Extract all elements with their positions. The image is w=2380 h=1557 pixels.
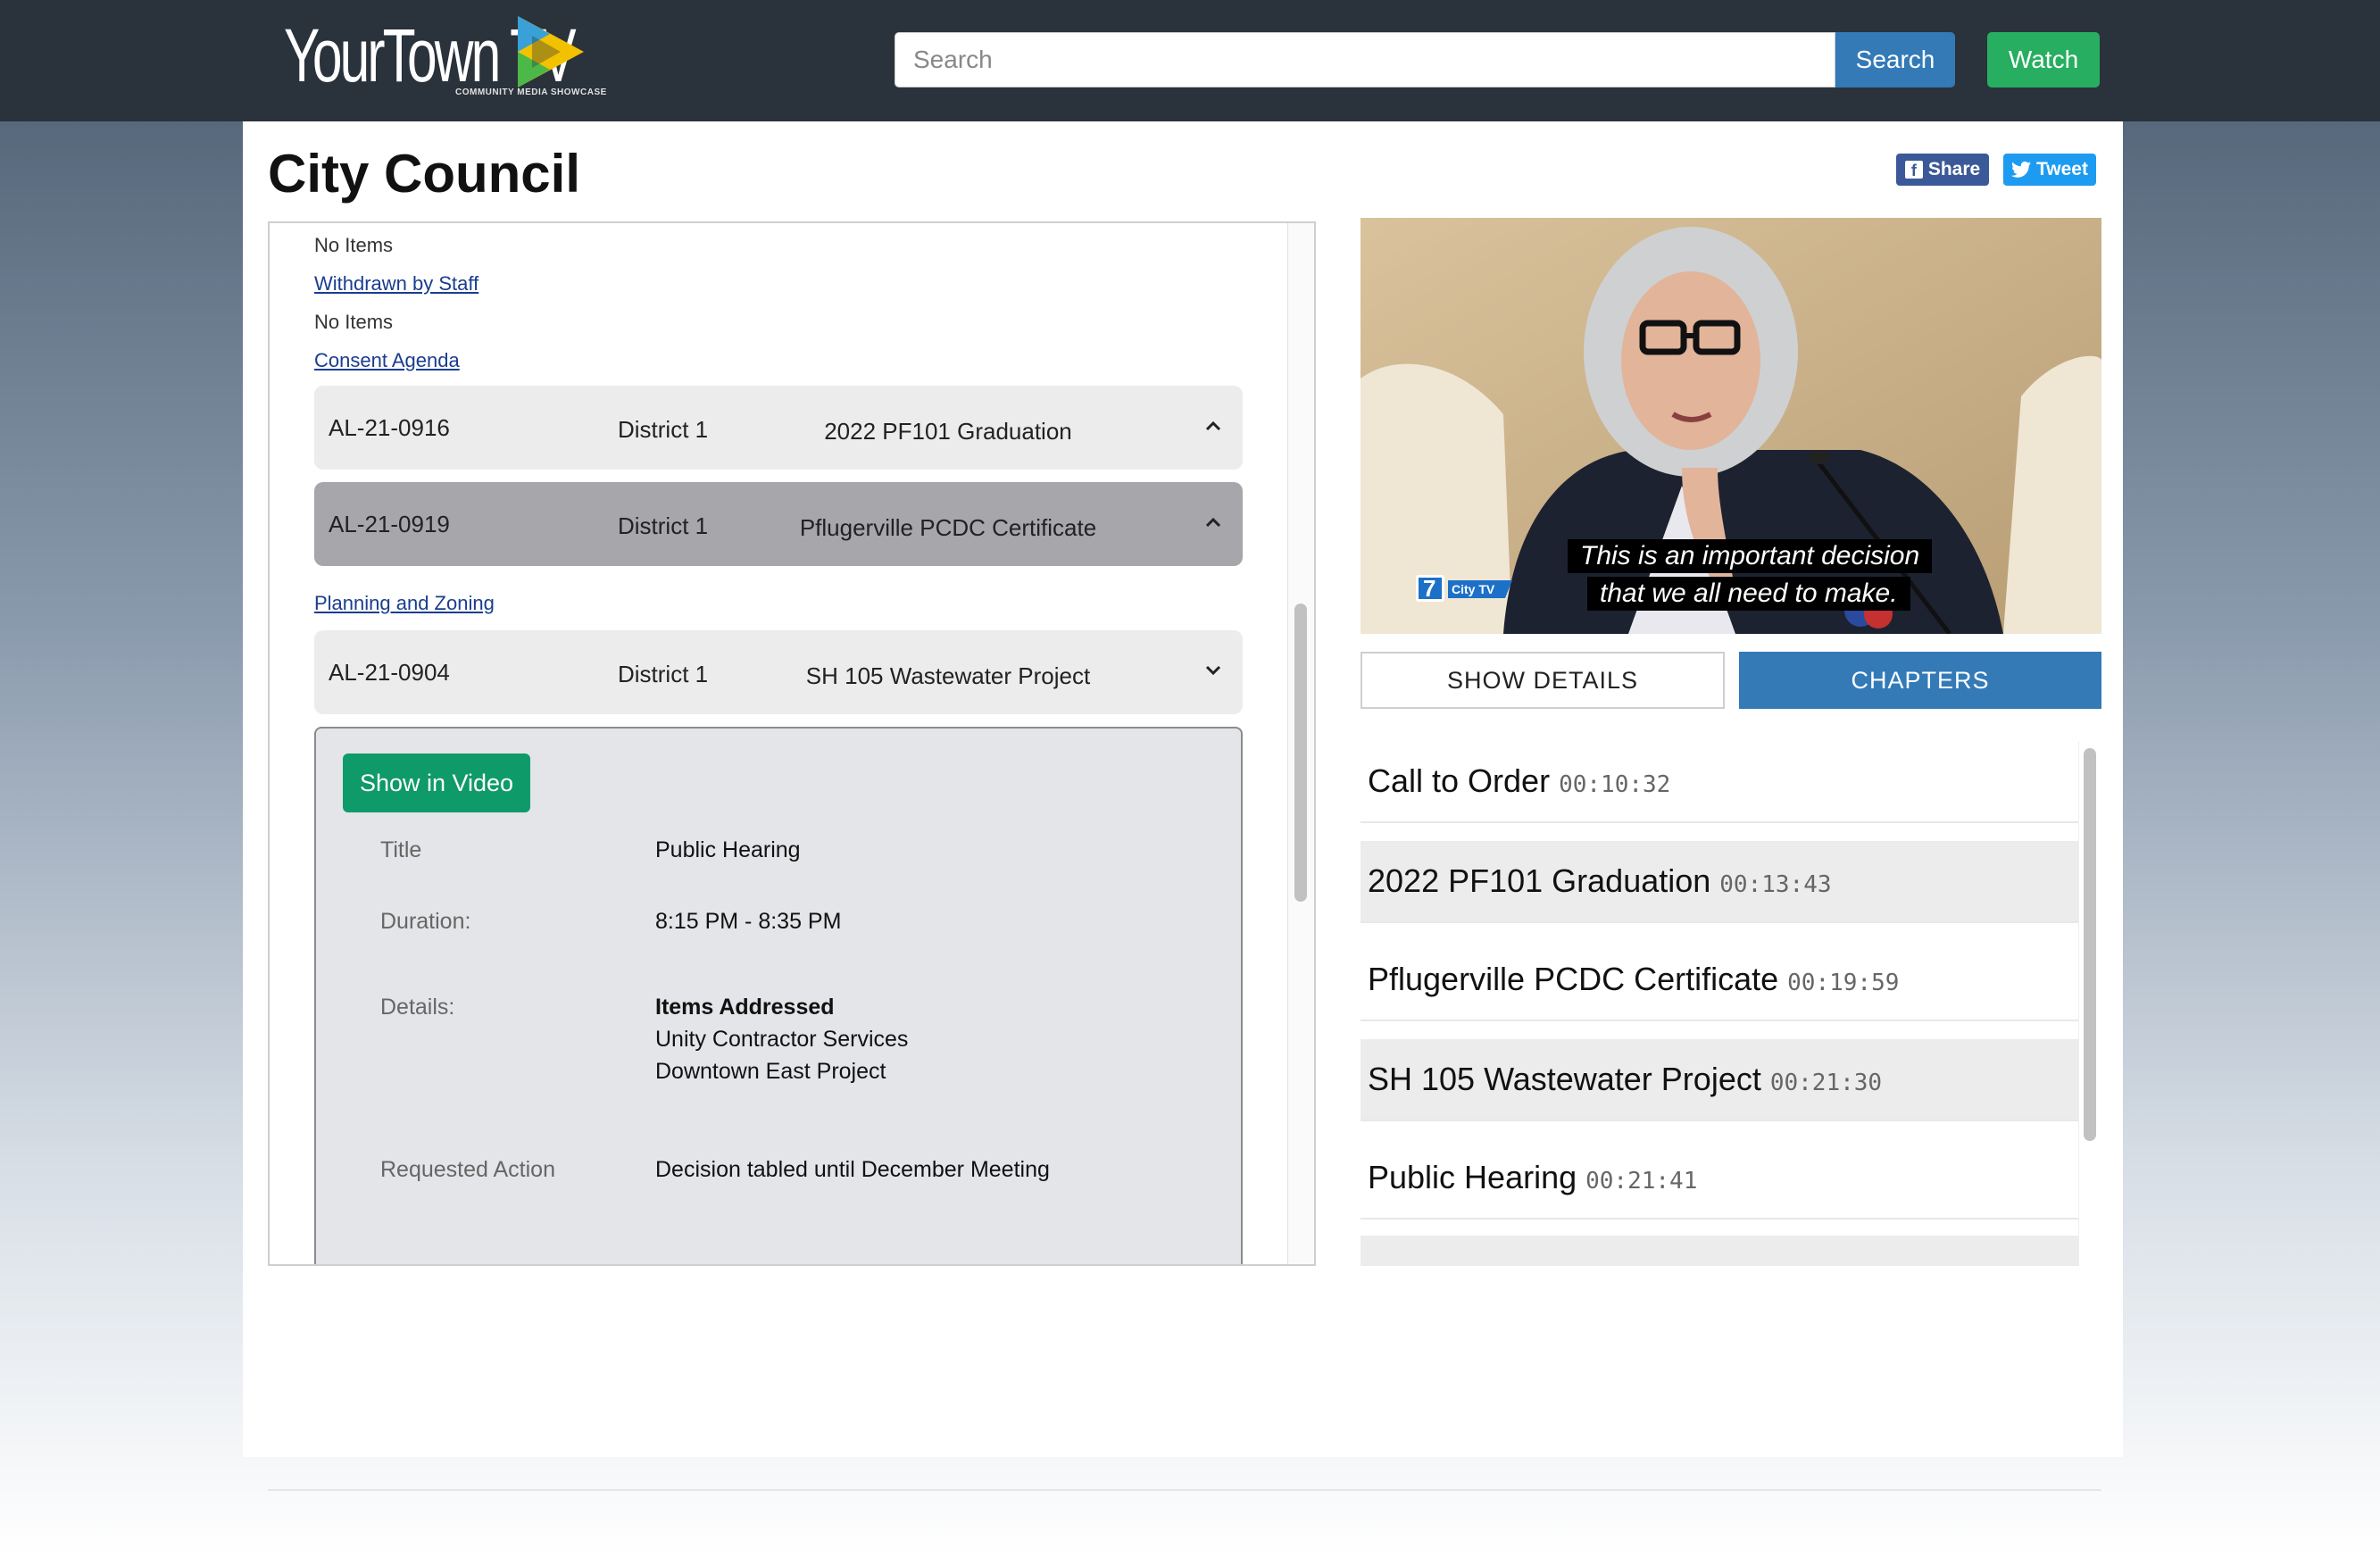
top-navbar: YourTown TV COMMUNITY MEDIA SHOWCASE Sea…: [0, 0, 2380, 121]
chapter-item[interactable]: Call to Order 00:10:32: [1361, 741, 2078, 823]
chapter-item[interactable]: Public Hearing 00:21:41: [1361, 1137, 2078, 1220]
search-input[interactable]: [895, 32, 1835, 87]
detail-details-label: Details:: [380, 995, 455, 1020]
tab-show-details[interactable]: SHOW DETAILS: [1361, 652, 1725, 709]
chapter-title: Pflugerville PCDC Certificate: [1368, 961, 1779, 997]
page-title: City Council: [268, 144, 581, 204]
facebook-share-button[interactable]: f Share: [1896, 154, 1989, 186]
chapter-title: Call to Order: [1368, 762, 1551, 799]
chapter-time: 00:13:43: [1719, 871, 1832, 898]
chapter-item[interactable]: SH 105 Wastewater Project 00:21:30: [1361, 1039, 2078, 1121]
tab-chapters[interactable]: CHAPTERS: [1739, 652, 2101, 709]
tweet-label: Tweet: [2036, 159, 2088, 179]
chapter-title: SH 105 Wastewater Project: [1368, 1061, 1761, 1097]
chapter-time: 00:10:32: [1559, 771, 1671, 798]
chapter-title: 2022 PF101 Graduation: [1368, 862, 1711, 899]
yourtown-tv-logo[interactable]: YourTown TV COMMUNITY MEDIA SHOWCASE: [284, 11, 606, 100]
footer-divider: [268, 1489, 2101, 1491]
detail-title-value: Public Hearing: [655, 837, 801, 862]
city-tv-watermark: 7 City TV: [1416, 573, 1514, 604]
chapter-item-partial[interactable]: [1361, 1236, 2078, 1266]
chapter-item[interactable]: 2022 PF101 Graduation 00:13:43: [1361, 841, 2078, 923]
chapters-list[interactable]: Call to Order 00:10:32 2022 PF101 Graduat…: [1361, 741, 2078, 1266]
chapter-time: 00:19:59: [1787, 970, 1900, 996]
video-player[interactable]: This is an important decision that we al…: [1361, 218, 2101, 634]
chapters-scrollbar-thumb[interactable]: [2084, 748, 2096, 1141]
logo-tagline: COMMUNITY MEDIA SHOWCASE: [455, 87, 607, 97]
search-button[interactable]: Search: [1835, 32, 1955, 87]
detail-duration-value: 8:15 PM - 8:35 PM: [655, 909, 842, 934]
detail-action-value: Decision tabled until December Meeting: [655, 1157, 1050, 1182]
channel-name: City TV: [1452, 582, 1495, 596]
chapter-title: Public Hearing: [1368, 1159, 1577, 1195]
agenda-detail-clip: Show in Video Title Public Hearing Durat…: [268, 221, 1316, 1264]
chapter-item[interactable]: Pflugerville PCDC Certificate 00:19:59: [1361, 939, 2078, 1021]
play-logo-icon: [518, 16, 584, 87]
chapter-time: 00:21:41: [1585, 1168, 1698, 1195]
detail-duration-label: Duration:: [380, 909, 471, 934]
watch-button[interactable]: Watch: [1987, 32, 2100, 87]
video-caption-line: This is an important decision: [1568, 539, 1933, 573]
show-in-video-button[interactable]: Show in Video: [343, 754, 530, 812]
detail-details-line: Downtown East Project: [655, 1059, 886, 1084]
share-label: Share: [1927, 159, 1981, 179]
detail-title-label: Title: [380, 837, 422, 862]
detail-details-line: Unity Contractor Services: [655, 1027, 909, 1052]
chapter-time: 00:21:30: [1769, 1070, 1883, 1096]
detail-details-heading: Items Addressed: [655, 995, 835, 1020]
video-caption-line: that we all need to make.: [1587, 577, 1910, 611]
detail-action-label: Requested Action: [380, 1157, 555, 1182]
twitter-bird-icon: [2011, 161, 2032, 178]
channel-number: 7: [1423, 575, 1436, 602]
tweet-button[interactable]: Tweet: [2003, 154, 2096, 186]
facebook-icon: f: [1904, 161, 1923, 179]
